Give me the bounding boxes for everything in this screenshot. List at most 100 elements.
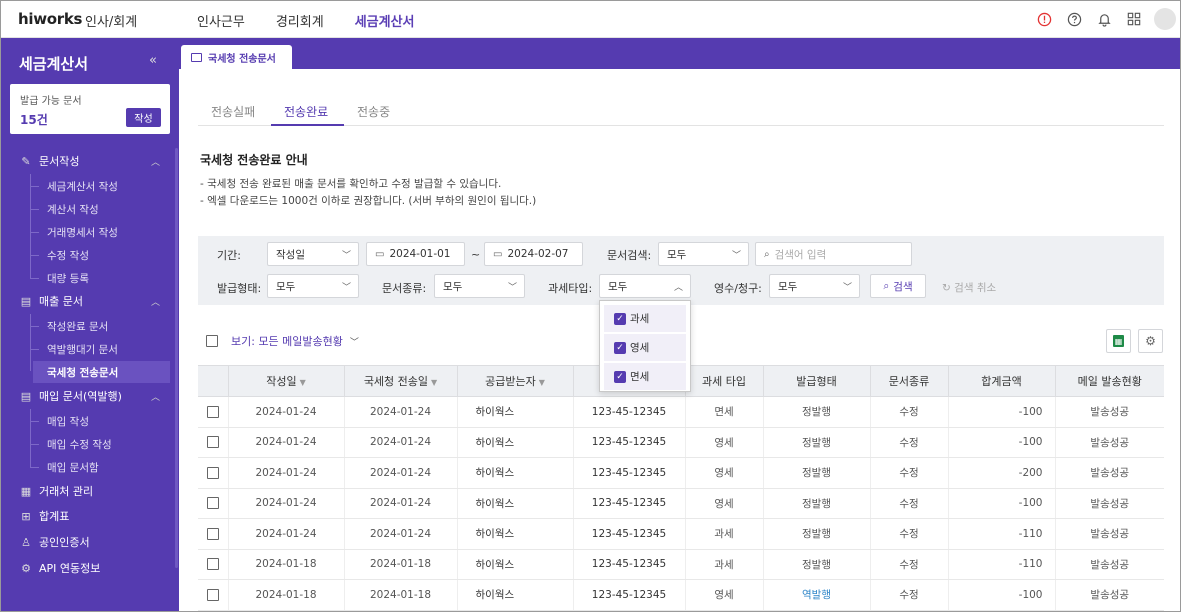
- column-header: 메일 발송현황: [1055, 365, 1164, 397]
- bell-icon[interactable]: [1094, 9, 1114, 29]
- excel-download-button[interactable]: ▦: [1106, 329, 1131, 353]
- sidebar-item-purchase-box[interactable]: 매입 문서함: [1, 456, 171, 478]
- sidebar-item-summary[interactable]: ⊞ 합계표: [1, 505, 171, 527]
- sidebar-item-statement-write[interactable]: 거래명세서 작성: [1, 221, 171, 243]
- pencil-icon: ✎: [21, 154, 31, 168]
- sidebar-group-write[interactable]: ✎ 문서작성 ︿: [1, 150, 171, 172]
- sidebar-group-purchase[interactable]: ▤ 매입 문서(역발행) ︿: [1, 385, 171, 407]
- reset-icon: ↻: [942, 282, 951, 294]
- option-label: 과세: [630, 313, 650, 325]
- column-header[interactable]: 국세청 전송일 ▼: [344, 365, 458, 397]
- column-header[interactable]: 작성일 ▼: [228, 365, 345, 397]
- table-row[interactable]: 2024-01-18 2024-01-18 하이웍스 123-45-12345 과세 정발…: [198, 549, 1164, 580]
- table-row[interactable]: 2024-01-24 2024-01-24 하이웍스 123-45-12345 과세 정발…: [198, 518, 1164, 550]
- chevron-down-icon: ﹀: [842, 283, 852, 293]
- row-checkbox[interactable]: [206, 405, 219, 418]
- document-icon: ▤: [20, 389, 32, 403]
- sort-desc-icon[interactable]: ▼: [300, 378, 306, 387]
- tax-option-exempt[interactable]: ✓ 면세: [604, 363, 686, 390]
- search-input[interactable]: ⌕ 검색어 입력: [755, 242, 912, 266]
- row-checkbox[interactable]: [206, 466, 219, 479]
- sidebar-scrollbar[interactable]: [175, 148, 178, 568]
- row-checkbox-cell: [198, 457, 229, 489]
- hiworks-logo[interactable]: hiworks: [18, 10, 82, 28]
- row-checkbox[interactable]: [206, 497, 219, 510]
- write-button[interactable]: 작성: [126, 108, 161, 127]
- row-checkbox[interactable]: [206, 436, 219, 449]
- avatar[interactable]: [1154, 8, 1176, 30]
- date-to-input[interactable]: ▭ 2024-02-07: [484, 242, 583, 266]
- table-row[interactable]: 2024-01-18 2024-01-18 하이웍스 123-45-12345 영세 역발…: [198, 579, 1164, 611]
- search-icon: ⌕: [883, 279, 890, 292]
- sidebar-item-invoice-write[interactable]: 계산서 작성: [1, 198, 171, 220]
- cell-date: 2024-01-24: [228, 396, 345, 428]
- sidebar-item-certificate[interactable]: ♙ 공인인증서: [1, 531, 171, 553]
- subtab-in-progress[interactable]: 전송중: [357, 103, 390, 120]
- sidebar-link-label: 공인인증서: [39, 536, 90, 549]
- chevron-down-icon[interactable]: ﹀: [350, 335, 359, 348]
- tax-option-zero-rated[interactable]: ✓ 영세: [604, 334, 686, 361]
- subtab-failed[interactable]: 전송실패: [211, 103, 255, 120]
- search-button[interactable]: ⌕ 검색: [870, 274, 926, 298]
- issuable-docs-label: 발급 가능 문서: [20, 96, 82, 107]
- row-checkbox[interactable]: [206, 527, 219, 540]
- search-scope-select[interactable]: 모두 ﹀: [658, 242, 749, 266]
- top-nav-accounting[interactable]: 경리회계: [276, 11, 324, 30]
- status-subtabs: 전송실패 전송완료 전송중: [198, 95, 1164, 126]
- top-nav-tax-invoice[interactable]: 세금계산서: [355, 11, 415, 30]
- table-row[interactable]: 2024-01-24 2024-01-24 하이웍스 123-45-12345 영세 정발…: [198, 427, 1164, 458]
- collapse-sidebar-icon[interactable]: «: [149, 53, 157, 68]
- table-row[interactable]: 2024-01-24 2024-01-24 하이웍스 123-45-12345 면세 정발…: [198, 396, 1164, 428]
- module-name[interactable]: 인사/회계: [85, 11, 137, 30]
- help-icon[interactable]: [1064, 9, 1084, 29]
- sidebar-group-sales[interactable]: ▤ 매출 문서 ︿: [1, 290, 171, 312]
- chevron-up-icon: ︿: [151, 392, 161, 403]
- sidebar-item-bulk-register[interactable]: 대량 등록: [1, 267, 171, 289]
- checkbox-checked-icon[interactable]: ✓: [614, 370, 626, 383]
- view-filter-select[interactable]: 보기: 모든 메일발송현황: [231, 333, 343, 349]
- notice-line: - 엑셀 다운로드는 1000건 이하로 권장합니다. (서버 부하의 원인이 …: [200, 195, 537, 207]
- sidebar-item-nts-sent-docs[interactable]: 국세청 전송문서: [33, 361, 170, 383]
- apps-grid-icon[interactable]: [1124, 9, 1144, 29]
- checkbox-checked-icon[interactable]: ✓: [614, 312, 626, 325]
- cell-amount: -100: [948, 396, 1056, 428]
- cell-sent: 2024-01-24: [344, 457, 458, 489]
- column-header: 과세 타입: [685, 365, 764, 397]
- sort-icon[interactable]: ▼: [431, 378, 437, 387]
- sidebar-item-reverse-pending[interactable]: 역발행대기 문서: [1, 338, 171, 360]
- subtab-completed[interactable]: 전송완료: [284, 103, 328, 120]
- select-all-checkbox[interactable]: [206, 335, 218, 347]
- checkbox-checked-icon[interactable]: ✓: [614, 341, 626, 354]
- issuable-docs-count[interactable]: 15건: [20, 111, 48, 128]
- date-from-input[interactable]: ▭ 2024-01-01: [366, 242, 465, 266]
- doc-search-label: 문서검색:: [607, 249, 652, 262]
- issue-type-select[interactable]: 모두 ﹀: [267, 274, 359, 298]
- cell-issue: 역발행: [763, 579, 871, 611]
- sidebar-item-clients[interactable]: ▦ 거래처 관리: [1, 480, 171, 502]
- period-type-select[interactable]: 작성일 ﹀: [267, 242, 359, 266]
- tax-type-select[interactable]: 모두 ︿: [599, 274, 691, 298]
- tax-option-taxable[interactable]: ✓ 과세: [604, 305, 686, 332]
- row-checkbox[interactable]: [206, 588, 219, 601]
- sidebar-item-tax-invoice-write[interactable]: 세금계산서 작성: [1, 175, 171, 197]
- sidebar-item-purchase-write[interactable]: 매입 작성: [1, 410, 171, 432]
- sort-icon[interactable]: ▼: [539, 378, 545, 387]
- certificate-icon: ♙: [21, 535, 31, 549]
- table-row[interactable]: 2024-01-24 2024-01-24 하이웍스 123-45-12345 영세 정발…: [198, 488, 1164, 519]
- alert-icon[interactable]: [1034, 9, 1054, 29]
- sidebar-item-purchase-amend[interactable]: 매입 수정 작성: [1, 433, 171, 455]
- sidebar-item-completed-docs[interactable]: 작성완료 문서: [1, 315, 171, 337]
- issuable-docs-box: 발급 가능 문서 15건 작성: [10, 84, 170, 134]
- gear-icon[interactable]: ⚙: [1138, 329, 1163, 353]
- row-checkbox[interactable]: [206, 558, 219, 571]
- column-header[interactable]: 공급받는자 ▼: [457, 365, 574, 397]
- top-nav-hr[interactable]: 인사근무: [197, 11, 245, 30]
- receipt-select[interactable]: 모두 ﹀: [769, 274, 860, 298]
- cell-mail: 발송성공: [1055, 518, 1164, 550]
- table-row[interactable]: 2024-01-24 2024-01-24 하이웍스 123-45-12345 영세 정발…: [198, 457, 1164, 489]
- tab-nts-sent-docs[interactable]: 국세청 전송문서: [181, 45, 292, 70]
- sidebar-item-api[interactable]: ⚙ API 연동정보: [1, 557, 171, 579]
- reset-search-button[interactable]: ↻ 검색 취소: [942, 280, 996, 295]
- sidebar-item-amend-write[interactable]: 수정 작성: [1, 244, 171, 266]
- doc-kind-select[interactable]: 모두 ﹀: [434, 274, 525, 298]
